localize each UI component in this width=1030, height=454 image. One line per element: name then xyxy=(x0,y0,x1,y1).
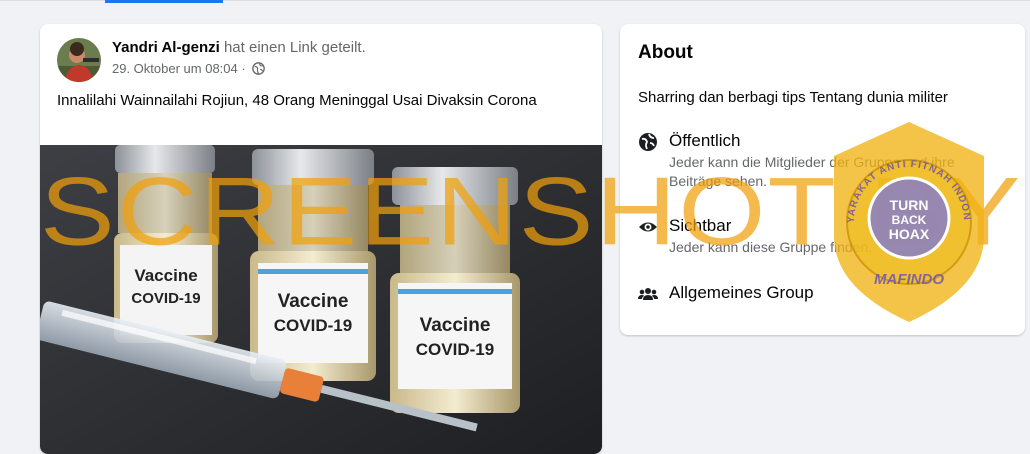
vial-label: COVID-19 xyxy=(416,340,494,359)
meta-separator: · xyxy=(241,61,246,76)
post-link-image[interactable]: Vaccine COVID-19 Vaccine COVID-19 Vaccin… xyxy=(40,145,602,454)
vial-label: Vaccine xyxy=(278,291,349,312)
vial-label: COVID-19 xyxy=(274,316,352,335)
group-description: Sharring dan berbagi tips Tentang dunia … xyxy=(638,89,948,106)
group-type: Allgemeines Group xyxy=(669,283,814,302)
post-timestamp[interactable]: 29. Oktober um 08:04 xyxy=(112,61,238,76)
people-icon xyxy=(638,284,658,304)
about-title: About xyxy=(638,42,693,63)
visibility-description: Jeder kann diese Gruppe finden. xyxy=(669,239,873,255)
globe-icon xyxy=(638,132,658,152)
author-name[interactable]: Yandri Al-genzi xyxy=(112,39,220,56)
visibility-title: Sichtbar xyxy=(669,216,732,235)
vial-label: COVID-19 xyxy=(131,290,200,307)
active-tab-indicator xyxy=(105,0,223,3)
post-header: Yandri Al-genzi hat einen Link geteilt. … xyxy=(112,38,366,80)
post-card: Yandri Al-genzi hat einen Link geteilt. … xyxy=(40,24,602,454)
vial-label: Vaccine xyxy=(420,315,491,336)
eye-icon xyxy=(638,217,658,237)
about-card: About Sharring dan berbagi tips Tentang … xyxy=(620,24,1025,335)
privacy-description: Jeder kann die Mitglieder der Gruppe und… xyxy=(669,154,955,189)
globe-icon xyxy=(252,62,266,80)
post-action-text: hat einen Link geteilt. xyxy=(223,39,366,56)
privacy-title: Öffentlich xyxy=(669,131,741,150)
post-text: Innalilahi Wainnailahi Rojiun, 48 Orang … xyxy=(57,92,537,109)
vial-label: Vaccine xyxy=(134,266,197,285)
author-avatar[interactable] xyxy=(57,38,101,82)
